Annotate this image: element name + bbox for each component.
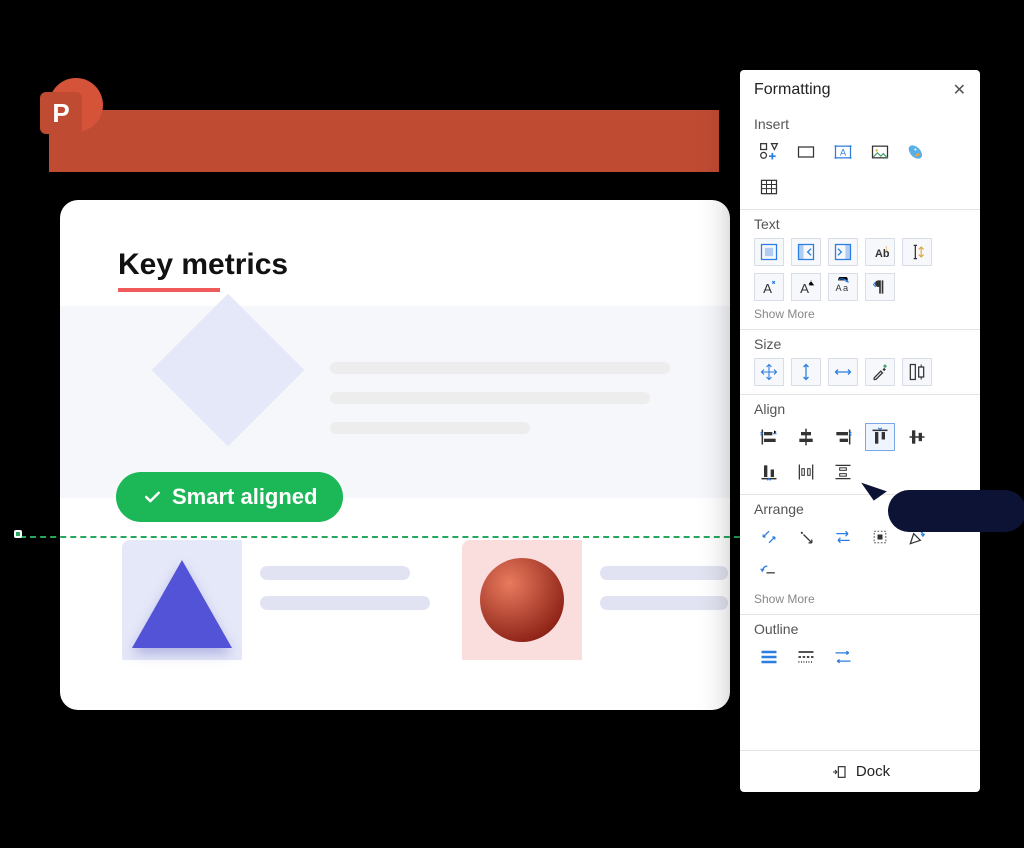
close-icon[interactable]: ✕ — [953, 80, 966, 100]
align-top-icon[interactable] — [865, 423, 895, 451]
placeholder-line — [600, 566, 728, 580]
svg-text:A: A — [800, 281, 809, 296]
alignment-guide-line — [20, 536, 760, 538]
placeholder-line — [260, 566, 410, 580]
decrease-font-icon[interactable]: Aˇ — [791, 273, 821, 301]
text-margin-left-icon[interactable] — [791, 238, 821, 266]
svg-text:A: A — [763, 281, 772, 296]
smart-aligned-label: Smart aligned — [172, 484, 317, 510]
size-width-icon[interactable] — [828, 358, 858, 386]
svg-text:1: 1 — [885, 246, 888, 252]
send-backward-icon[interactable] — [791, 523, 821, 551]
dock-button[interactable]: Dock — [740, 750, 980, 792]
text-show-more[interactable]: Show More — [754, 307, 966, 321]
smart-aligned-badge: Smart aligned — [116, 472, 343, 522]
triangle-shape[interactable] — [132, 560, 232, 648]
cursor-label-pill — [888, 490, 1024, 532]
change-case-icon[interactable]: Aa — [828, 273, 858, 301]
insert-rectangle-icon[interactable] — [791, 138, 821, 166]
section-label-insert: Insert — [754, 116, 966, 132]
section-label-text: Text — [754, 216, 966, 232]
insert-table-icon[interactable] — [754, 173, 784, 201]
section-label-outline: Outline — [754, 621, 966, 637]
insert-textbox-icon[interactable]: A — [828, 138, 858, 166]
outline-solid-icon[interactable] — [754, 643, 784, 671]
insert-picture-icon[interactable] — [865, 138, 895, 166]
paragraph-marks-icon[interactable] — [865, 273, 895, 301]
outline-dashed-icon[interactable] — [791, 643, 821, 671]
slide-canvas[interactable]: Key metrics Smart aligned — [60, 200, 730, 710]
align-bottom-icon[interactable] — [754, 458, 784, 486]
arrange-show-more[interactable]: Show More — [754, 592, 966, 606]
powerpoint-title-bar — [49, 110, 719, 172]
align-right-icon[interactable] — [828, 423, 858, 451]
check-icon — [142, 487, 162, 507]
align-left-icon[interactable] — [754, 423, 784, 451]
text-margin-right-icon[interactable] — [828, 238, 858, 266]
insert-shapes-icon[interactable] — [754, 138, 784, 166]
alignment-guide-handle[interactable] — [14, 530, 22, 538]
align-center-h-icon[interactable] — [791, 423, 821, 451]
powerpoint-logo-icon: P — [40, 92, 82, 134]
swap-horizontal-icon[interactable] — [828, 523, 858, 551]
placeholder-line — [260, 596, 430, 610]
eyedropper-icon[interactable] — [865, 358, 895, 386]
slide-title: Key metrics — [118, 248, 288, 282]
placeholder-line — [330, 392, 650, 404]
align-middle-v-icon[interactable] — [902, 423, 932, 451]
distribute-vertical-icon[interactable] — [828, 458, 858, 486]
fit-height-icon[interactable] — [902, 358, 932, 386]
powerpoint-logo-letter: P — [52, 98, 69, 129]
dock-label: Dock — [856, 763, 890, 780]
panel-title: Formatting — [754, 81, 830, 99]
superscript-icon[interactable]: Ab1 — [865, 238, 895, 266]
distribute-horizontal-icon[interactable] — [791, 458, 821, 486]
placeholder-line — [330, 362, 670, 374]
svg-text:ˇ: ˇ — [810, 281, 812, 287]
triangle-card[interactable] — [122, 540, 242, 660]
insert-sticker-icon[interactable] — [902, 138, 932, 166]
size-height-icon[interactable] — [791, 358, 821, 386]
svg-text:A: A — [836, 283, 843, 293]
dock-icon — [830, 764, 848, 780]
section-label-size: Size — [754, 336, 966, 352]
circle-card[interactable] — [462, 540, 582, 660]
formatting-panel: Formatting ✕ Insert A — [740, 70, 980, 792]
section-label-align: Align — [754, 401, 966, 417]
rotate-left-icon[interactable] — [754, 558, 784, 586]
sphere-shape[interactable] — [480, 558, 564, 642]
placeholder-line — [330, 422, 530, 434]
size-both-icon[interactable] — [754, 358, 784, 386]
text-cursor-height-icon[interactable] — [902, 238, 932, 266]
selection-pane-icon[interactable] — [865, 523, 895, 551]
text-margin-all-icon[interactable] — [754, 238, 784, 266]
bring-forward-icon[interactable] — [754, 523, 784, 551]
increase-font-icon[interactable]: A — [754, 273, 784, 301]
svg-text:a: a — [843, 283, 849, 293]
placeholder-line — [600, 596, 728, 610]
svg-text:A: A — [840, 147, 847, 157]
outline-arrows-icon[interactable] — [828, 643, 858, 671]
